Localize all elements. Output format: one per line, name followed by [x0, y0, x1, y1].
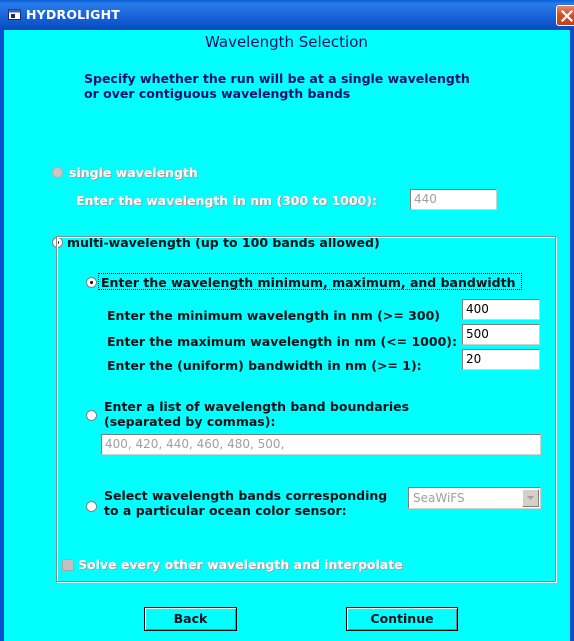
hydrolight-window: HYDROLIGHT Wavelength Selection Specify …: [0, 0, 574, 641]
single-wavelength-input[interactable]: 440: [410, 189, 497, 210]
chevron-down-icon: [527, 496, 534, 500]
bandwidth-input[interactable]: 20: [462, 349, 540, 370]
close-button[interactable]: [556, 5, 574, 26]
sensor-radio[interactable]: [86, 501, 97, 512]
interpolate-label: Solve every other wavelength and interpo…: [78, 557, 403, 572]
back-button[interactable]: Back: [144, 607, 237, 631]
band-list-label-line-1: Enter a list of wavelength band boundari…: [104, 399, 410, 414]
sensor-label-line-2: to a particular ocean color sensor:: [104, 503, 347, 518]
sensor-select[interactable]: SeaWiFS: [408, 487, 541, 509]
bandwidth-label: Enter the (uniform) bandwidth in nm (>= …: [107, 358, 422, 373]
band-list-radio[interactable]: [86, 410, 97, 421]
window-title: HYDROLIGHT: [26, 7, 121, 22]
sensor-select-value: SeaWiFS: [413, 491, 465, 505]
single-wavelength-label: single wavelength: [69, 165, 198, 180]
single-wavelength-radio[interactable]: [52, 167, 63, 178]
minmax-bandwidth-label: Enter the wavelength minimum, maximum, a…: [101, 275, 516, 290]
max-wavelength-label: Enter the maximum wavelength in nm (<= 1…: [107, 334, 457, 349]
min-wavelength-input[interactable]: 400: [462, 299, 540, 320]
band-list-input[interactable]: 400, 420, 440, 460, 480, 500,: [101, 434, 541, 455]
title-bar[interactable]: HYDROLIGHT: [0, 0, 574, 30]
minmax-bandwidth-radio[interactable]: [86, 277, 97, 288]
single-wavelength-prompt: Enter the wavelength in nm (300 to 1000)…: [76, 193, 377, 208]
continue-button[interactable]: Continue: [346, 607, 458, 631]
band-list-label-line-2: (separated by commas):: [104, 414, 276, 429]
dropdown-button[interactable]: [522, 489, 539, 507]
app-window-icon: [8, 9, 21, 20]
sensor-label-line-1: Select wavelength bands corresponding: [104, 488, 388, 503]
interpolate-checkbox[interactable]: [62, 559, 74, 571]
instruction-line-2: or over contiguous wavelength bands: [84, 86, 351, 101]
page-title: Wavelength Selection: [205, 33, 368, 51]
instruction-line-1: Specify whether the run will be at a sin…: [84, 71, 470, 86]
min-wavelength-label: Enter the minimum wavelength in nm (>= 3…: [107, 308, 440, 323]
close-x-icon: [561, 10, 573, 22]
window-frame-right: [570, 30, 574, 641]
max-wavelength-input[interactable]: 500: [462, 324, 540, 345]
